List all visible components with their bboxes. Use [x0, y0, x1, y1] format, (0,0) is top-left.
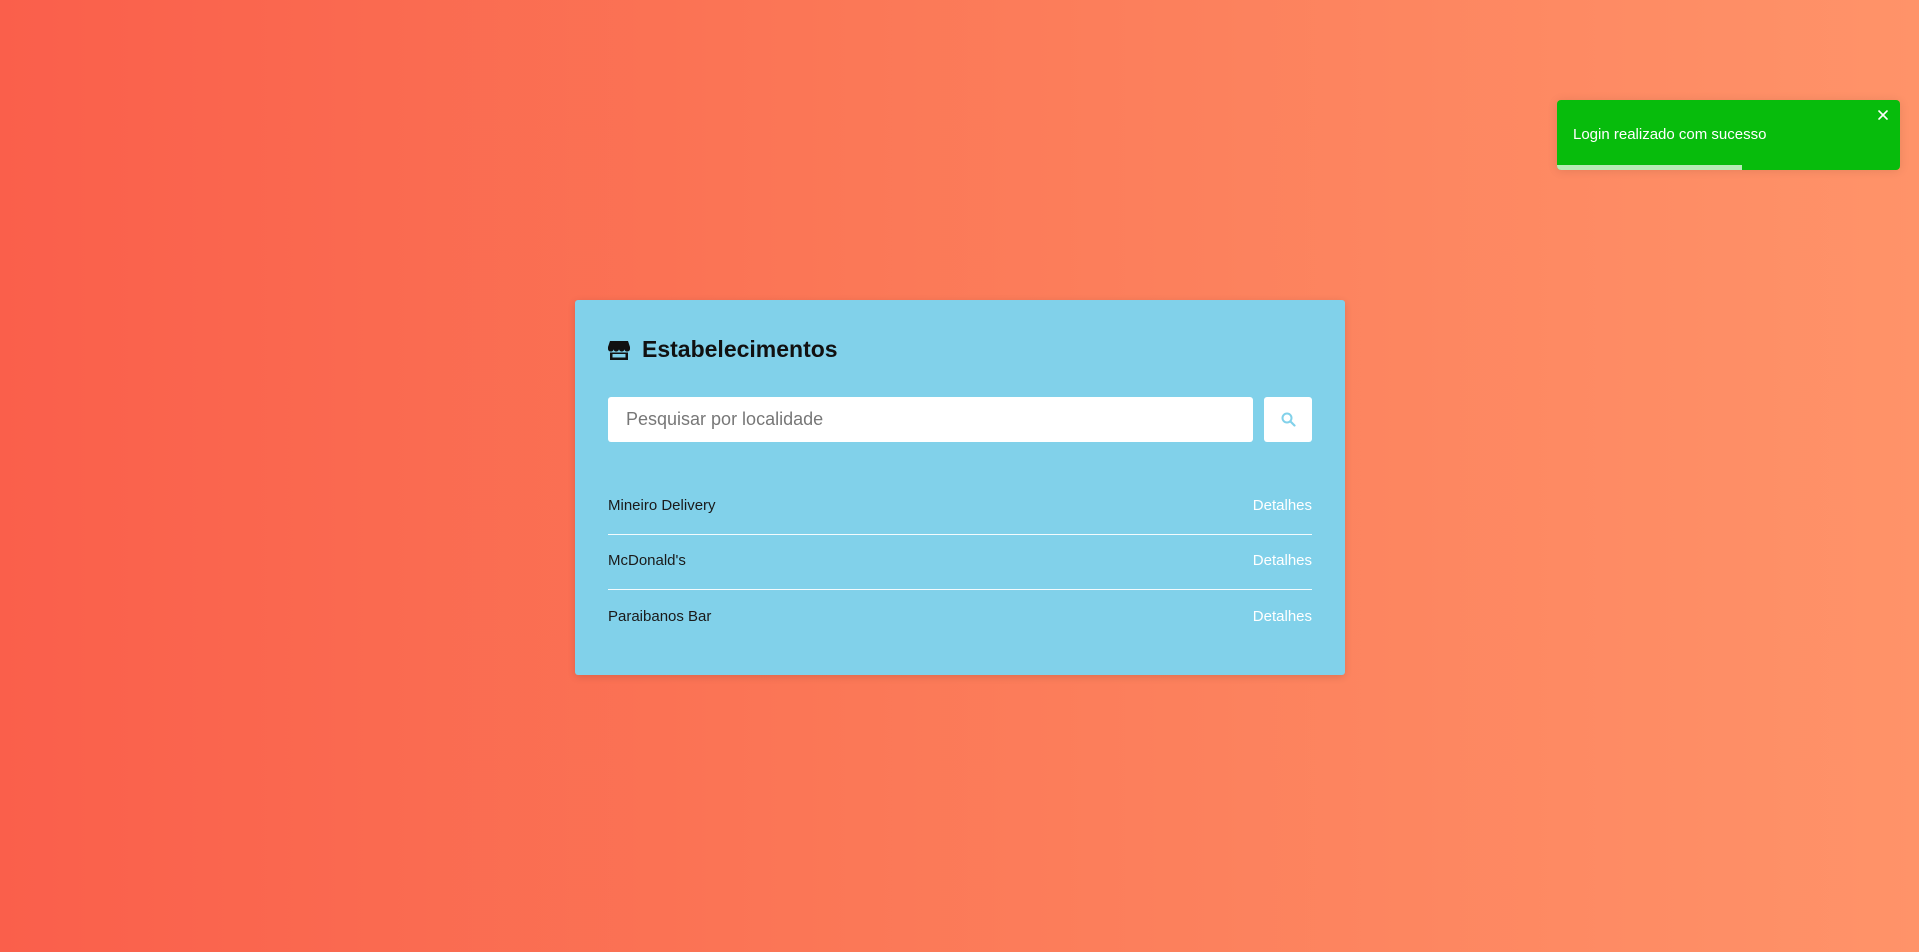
list-item: Mineiro Delivery Detalhes	[608, 480, 1312, 535]
panel-header: Estabelecimentos	[608, 336, 1312, 362]
establishment-name: Mineiro Delivery	[608, 497, 716, 514]
success-toast: Login realizado com sucesso	[1557, 100, 1900, 170]
search-bar	[608, 397, 1312, 442]
list-item: Paraibanos Bar Detalhes	[608, 590, 1312, 645]
store-icon	[608, 339, 630, 360]
search-button[interactable]	[1264, 397, 1312, 442]
details-link[interactable]: Detalhes	[1253, 497, 1312, 514]
toast-message: Login realizado com sucesso	[1573, 126, 1767, 143]
establishment-name: Paraibanos Bar	[608, 607, 712, 625]
establishments-panel: Estabelecimentos Mineiro Delivery Detalh…	[575, 300, 1345, 675]
search-icon	[1281, 412, 1296, 427]
close-icon[interactable]	[1876, 108, 1890, 122]
establishment-list: Mineiro Delivery Detalhes McDonald's Det…	[608, 480, 1312, 645]
list-item: McDonald's Detalhes	[608, 535, 1312, 590]
toast-progress-bar	[1557, 165, 1743, 170]
establishment-name: McDonald's	[608, 552, 686, 569]
panel-title: Estabelecimentos	[642, 336, 838, 362]
search-input[interactable]	[608, 397, 1253, 442]
details-link[interactable]: Detalhes	[1253, 552, 1312, 569]
details-link[interactable]: Detalhes	[1253, 608, 1312, 625]
toast-progress-track	[1557, 165, 1900, 170]
